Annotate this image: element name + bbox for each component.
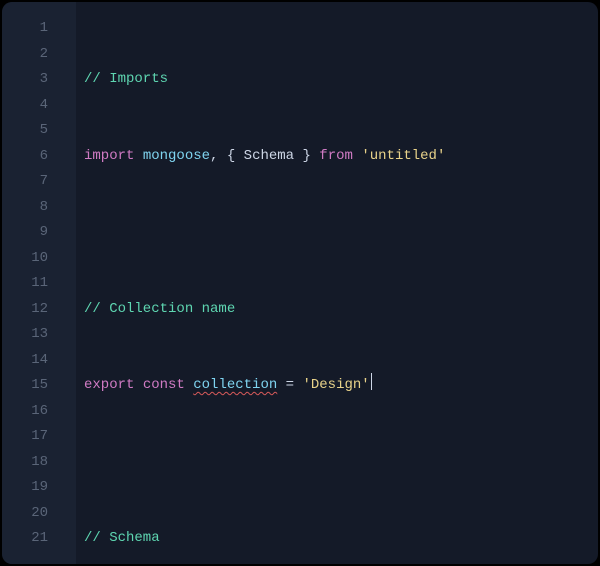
token-punct: } [294,148,311,164]
line-number: 8 [2,195,76,221]
token-keyword: import [84,148,134,164]
token-ident: Schema [244,148,294,164]
token-ident-error: collection [193,377,277,393]
line-number: 1 [2,16,76,42]
code-line[interactable]: // Schema [84,526,598,552]
token-string: ' [361,148,369,164]
line-number: 16 [2,399,76,425]
token-string: Design [311,377,361,393]
line-number: 13 [2,322,76,348]
text-cursor [371,373,372,390]
line-number: 7 [2,169,76,195]
line-number: 2 [2,42,76,68]
code-area[interactable]: // Imports import mongoose, { Schema } f… [76,2,598,564]
token-string: untitled [370,148,437,164]
token-string: ' [302,377,310,393]
line-number: 15 [2,373,76,399]
token-string: ' [437,148,445,164]
line-number: 12 [2,297,76,323]
code-line[interactable] [84,450,598,476]
code-line[interactable]: // Imports [84,67,598,93]
line-number: 17 [2,424,76,450]
line-number-gutter: 1 2 3 4 5 6 7 8 9 10 11 12 13 14 15 16 1… [2,2,76,564]
line-number: 9 [2,220,76,246]
token-punct: , [210,148,227,164]
line-number: 6 [2,144,76,170]
code-editor[interactable]: 1 2 3 4 5 6 7 8 9 10 11 12 13 14 15 16 1… [2,2,598,564]
line-number: 21 [2,526,76,552]
code-line[interactable]: export const collection = 'Design' [84,373,598,399]
line-number: 20 [2,501,76,527]
line-number: 18 [2,450,76,476]
line-number: 4 [2,93,76,119]
code-line[interactable]: // Collection name [84,297,598,323]
code-line[interactable] [84,220,598,246]
token-string: ' [361,377,369,393]
token-comment: // Imports [84,71,168,87]
line-number: 19 [2,475,76,501]
token-comment: // Schema [84,530,160,546]
line-number: 3 [2,67,76,93]
line-number: 10 [2,246,76,272]
code-line[interactable]: import mongoose, { Schema } from 'untitl… [84,144,598,170]
token-punct: { [227,148,244,164]
token-keyword: const [134,377,193,393]
token-keyword: from [311,148,361,164]
token-ident: mongoose [143,148,210,164]
line-number: 14 [2,348,76,374]
line-number: 5 [2,118,76,144]
token-comment: // Collection name [84,301,235,317]
token-punct: = [277,377,302,393]
line-number: 11 [2,271,76,297]
token-keyword: export [84,377,134,393]
